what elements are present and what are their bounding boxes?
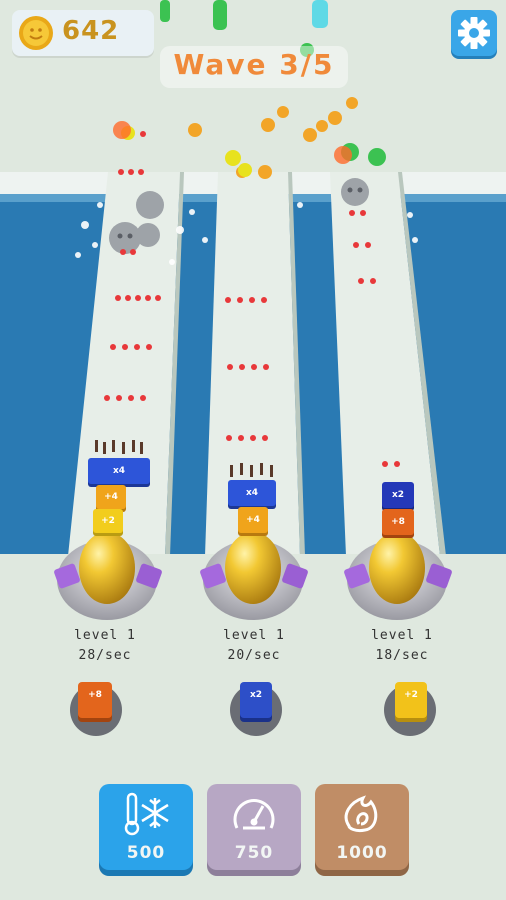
enemies-cyan — [312, 0, 328, 28]
stack-block-x4: x4 — [88, 458, 150, 484]
lane-1-stack[interactable]: x4 +4 +2 — [88, 458, 150, 534]
stack-block-plus8: +8 — [382, 509, 414, 535]
stack-block-plus4: +4 — [96, 485, 126, 509]
powerup-freeze-price: 500 — [126, 843, 166, 863]
lane-3-rate: 18/sec — [375, 648, 429, 663]
slot-block-lane-3[interactable]: +2 — [395, 682, 427, 718]
snowflake-thermometer-icon — [124, 792, 169, 836]
settings-button[interactable] — [451, 10, 497, 56]
stack-block-x2: x2 — [382, 482, 414, 508]
gear-icon — [458, 17, 490, 49]
lane-3-level: level 1 — [371, 628, 433, 643]
game-scene — [0, 0, 506, 900]
coin-icon — [19, 16, 53, 50]
stack-block-plus4: +4 — [238, 507, 268, 533]
stack-block-plus2: +2 — [93, 509, 123, 533]
lane-3-stack[interactable]: x2 +8 — [382, 482, 414, 538]
powerup-fire-button[interactable]: 1000 — [315, 784, 409, 870]
lane-2-stack[interactable]: x4 +4 — [228, 480, 276, 536]
powerup-freeze-button[interactable]: 500 — [99, 784, 193, 870]
flame-swirl-icon — [344, 795, 378, 832]
stack-block-x4: x4 — [228, 480, 276, 506]
lane-1-level: level 1 — [74, 628, 136, 643]
slot-block-lane-2[interactable]: x2 — [240, 682, 272, 718]
powerup-fire-price: 1000 — [336, 843, 388, 863]
speedometer-icon — [233, 799, 275, 830]
lane-2-level: level 1 — [223, 628, 285, 643]
slot-block-lane-1[interactable]: +8 — [78, 682, 112, 718]
lane-1-rate: 28/sec — [78, 648, 132, 663]
wave-label: Wave 3/5 — [173, 48, 335, 81]
powerup-speed-price: 750 — [234, 843, 274, 863]
coin-amount: 642 — [62, 16, 120, 46]
powerup-speed-button[interactable]: 750 — [207, 784, 301, 870]
lane-2-rate: 20/sec — [227, 648, 281, 663]
